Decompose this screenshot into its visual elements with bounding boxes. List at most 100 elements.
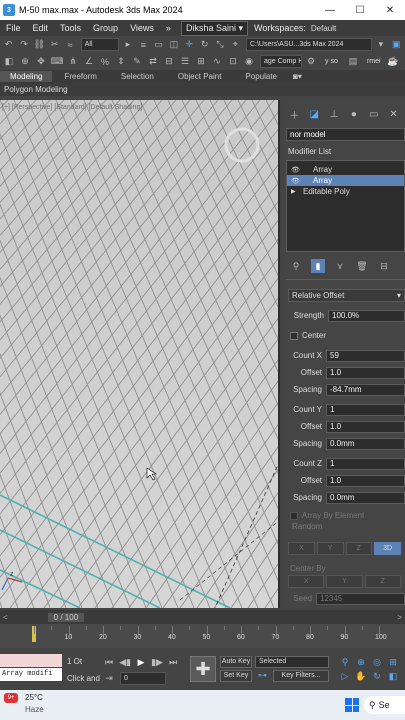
hierarchy-tab-icon[interactable]: ⊥	[326, 106, 343, 122]
window-crossing-icon[interactable]: ◫	[167, 38, 180, 52]
axis-3d-button[interactable]: 3D	[374, 542, 401, 555]
spinner-snap-icon[interactable]: ⇕	[114, 55, 128, 69]
selection-filter-dropdown[interactable]: All	[80, 38, 120, 51]
mirror-icon[interactable]: ⇄	[146, 55, 160, 69]
expand-triangle-icon[interactable]: ▶	[291, 188, 301, 195]
count-z-field[interactable]: 1	[326, 457, 405, 470]
select-scale-icon[interactable]: ⤡	[213, 38, 226, 52]
material-editor-icon[interactable]: ◉	[242, 55, 256, 69]
render-icon[interactable]: ☕	[386, 55, 400, 69]
array-by-element-checkbox[interactable]	[290, 511, 298, 520]
tab-selection[interactable]: Selection	[109, 72, 166, 81]
object-name-field[interactable]: nor model	[286, 128, 405, 141]
menu-file[interactable]: File	[0, 23, 27, 33]
offset-x-field[interactable]: 1.0	[326, 366, 405, 379]
time-prev-icon[interactable]: <	[0, 613, 8, 622]
rectangle-selection-icon[interactable]: ▭	[152, 38, 165, 52]
ribbon-options-icon[interactable]: ◙▾	[289, 72, 306, 81]
weather-desc[interactable]: Haze	[25, 705, 44, 714]
tab-populate[interactable]: Populate	[233, 72, 289, 81]
count-y-field[interactable]: 1	[326, 403, 405, 416]
taskbar-search-box[interactable]: ⚲ Se	[364, 696, 405, 714]
key-mode-dropdown[interactable]: Selected	[255, 656, 329, 668]
menu-tools[interactable]: Tools	[54, 23, 87, 33]
show-end-result-icon[interactable]: ▮	[311, 259, 325, 273]
offset-z-field[interactable]: 1.0	[326, 474, 405, 487]
layer-explorer-icon[interactable]: ☰	[178, 55, 192, 69]
seed-field[interactable]: 12345	[316, 592, 405, 605]
create-tab-icon[interactable]: ＋	[286, 106, 303, 122]
named-selection-dropdown[interactable]: age Comp H	[260, 55, 302, 68]
schematic-view-icon[interactable]: ⊡	[226, 55, 240, 69]
zoom-extents-icon[interactable]: ◎	[370, 655, 384, 669]
close-button[interactable]: ✕	[375, 0, 405, 20]
set-key-plus-icon[interactable]: ✚	[190, 656, 216, 682]
frame-indicator[interactable]: 0 / 100	[47, 612, 85, 622]
key-filters-button[interactable]: Key Filters...	[273, 670, 329, 682]
pivot-icon[interactable]: ⊕	[18, 55, 32, 69]
curve-editor-icon[interactable]: ∿	[210, 55, 224, 69]
tab-modeling[interactable]: Modeling	[0, 71, 53, 82]
keyboard-shortcut-icon[interactable]: ⌨	[50, 55, 64, 69]
menu-views[interactable]: Views	[124, 23, 160, 33]
zoom-icon[interactable]: ⚲	[338, 655, 352, 669]
save-icon[interactable]: ▣	[390, 38, 403, 52]
next-frame-icon[interactable]: ▮▶	[150, 655, 164, 669]
zoom-all-icon[interactable]: ⊕	[354, 655, 368, 669]
unlink-icon[interactable]: ✂	[48, 38, 61, 52]
undo-icon[interactable]: ↶	[2, 38, 15, 52]
go-to-end-icon[interactable]: ⏭	[166, 655, 180, 669]
field-of-view-icon[interactable]: ▷	[338, 669, 352, 683]
spacing-x-field[interactable]: -84.7mm	[326, 383, 405, 396]
user-account-button[interactable]: Diksha Saini ▾	[180, 20, 249, 36]
eye-icon[interactable]: 👁	[291, 177, 301, 185]
track-bar[interactable]: 10 20 30 40 50 60 70 80 90 100	[0, 624, 405, 648]
stack-item-editable-poly[interactable]: ▶ Editable Poly	[287, 186, 404, 197]
play-icon[interactable]: ▶	[134, 655, 148, 669]
placement-icon[interactable]: ⌖	[229, 38, 242, 52]
configure-modifier-sets-icon[interactable]: ⊟	[377, 259, 391, 273]
tab-object-paint[interactable]: Object Paint	[166, 72, 234, 81]
remove-modifier-icon[interactable]: 🗑	[355, 259, 369, 273]
select-object-icon[interactable]: ▸	[121, 38, 134, 52]
manipulate-icon[interactable]: ✥	[34, 55, 48, 69]
windows-start-icon[interactable]	[345, 698, 359, 712]
angle-snap-icon[interactable]: ∠	[82, 55, 96, 69]
make-unique-icon[interactable]: ⋎	[333, 259, 347, 273]
axis-y-button[interactable]: Y	[316, 542, 344, 555]
select-by-name-icon[interactable]: ≡	[137, 38, 150, 52]
polygon-modeling-panel[interactable]: Polygon Modeling	[0, 83, 405, 96]
maximize-viewport-icon[interactable]: ◧	[386, 669, 400, 683]
modifier-list-dropdown[interactable]: Modifier List	[288, 147, 331, 156]
set-key-button[interactable]: Set Key	[220, 670, 252, 682]
select-rotate-icon[interactable]: ↻	[198, 38, 211, 52]
select-move-icon[interactable]: ✛	[183, 38, 196, 52]
time-slider[interactable]: < 0 / 100 >	[0, 610, 405, 624]
maxscript-listener-input[interactable]	[0, 654, 62, 667]
minimize-button[interactable]: —	[315, 0, 345, 20]
redo-icon[interactable]: ↷	[17, 38, 30, 52]
reference-coord-icon[interactable]: ◧	[2, 55, 16, 69]
center-by-z-button[interactable]: Z	[364, 575, 401, 588]
viewport-label[interactable]: [+] [Perspective] [Standard] [Default Sh…	[2, 104, 142, 111]
workspace-dropdown[interactable]: Default	[307, 21, 340, 35]
pan-icon[interactable]: ✋	[354, 669, 368, 683]
menu-group[interactable]: Group	[87, 23, 124, 33]
align-icon[interactable]: ⊟	[162, 55, 176, 69]
axis-z-button[interactable]: Z	[345, 542, 373, 555]
maxscript-listener-output[interactable]: Array modifi	[0, 668, 62, 681]
weather-temp[interactable]: 25°C	[25, 693, 43, 702]
pin-stack-icon[interactable]: ⚲	[289, 259, 303, 273]
center-checkbox[interactable]	[290, 331, 298, 340]
spacing-z-field[interactable]: 0.0mm	[326, 491, 405, 504]
time-next-icon[interactable]: >	[397, 613, 402, 622]
previous-frame-icon[interactable]: ◀▮	[118, 655, 132, 669]
random-dropdown[interactable]: Random	[286, 520, 405, 533]
zoom-extents-all-icon[interactable]: ⊞	[386, 655, 400, 669]
current-frame-field[interactable]: 0	[120, 671, 166, 685]
offset-mode-dropdown[interactable]: Relative Offset ▾	[288, 289, 405, 302]
bind-space-warp-icon[interactable]: ≈	[63, 38, 76, 52]
scene-explorer-icon[interactable]: ⊞	[194, 55, 208, 69]
motion-tab-icon[interactable]: ●	[345, 106, 362, 122]
stack-item-array-2[interactable]: 👁 Array	[287, 175, 404, 186]
